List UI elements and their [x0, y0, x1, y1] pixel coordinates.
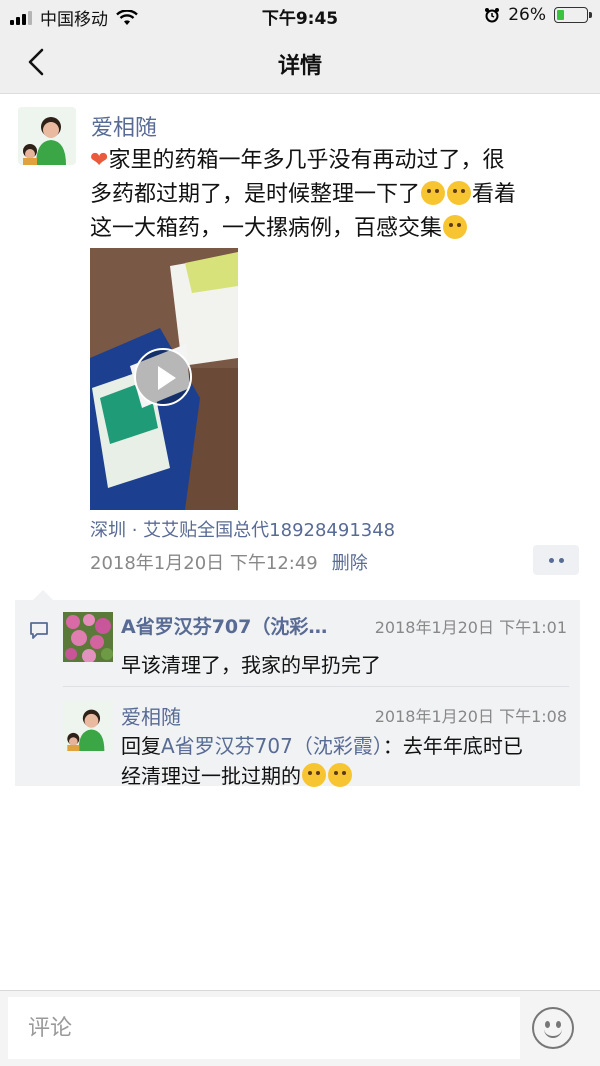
- post-text-line3: 这一大箱药，一大摞病例，百感交集: [90, 216, 443, 241]
- reply-text-line2: 经清理过一批过期的: [121, 764, 301, 788]
- comment-author[interactable]: 爱相随: [121, 701, 181, 730]
- comment-item[interactable]: 爱相随 2018年1月20日 下午1:08 回复A省罗汉芬707（沈彩霞）：去年…: [63, 686, 569, 788]
- comment-icon: [30, 622, 48, 639]
- battery-percent: 26%: [508, 5, 546, 25]
- post-author[interactable]: 爱相随: [91, 110, 157, 142]
- play-icon[interactable]: [134, 348, 192, 406]
- avatar[interactable]: [18, 107, 76, 165]
- status-bar: 中国移动 下午9:45 26%: [0, 0, 600, 30]
- dot-icon: [558, 557, 564, 563]
- grimace-emoji-icon: [443, 215, 468, 239]
- alarm-icon: [485, 8, 500, 23]
- dot-icon: [548, 557, 554, 563]
- comment-input[interactable]: [8, 997, 520, 1059]
- more-actions-button[interactable]: [533, 545, 579, 575]
- comment-time: 2018年1月20日 下午1:01: [374, 618, 567, 637]
- post-text: ❤家里的药箱一年多几乎没有再动过了，很 多药都过期了，是时候整理一下了 看着 这一…: [90, 144, 586, 246]
- comment-input-bar: [0, 990, 600, 1066]
- status-right: 26%: [484, 5, 592, 25]
- post-timestamp: 2018年1月20日 下午12:49: [90, 553, 318, 574]
- comment-text: 早该清理了，我家的早扔完了: [121, 653, 381, 677]
- crying-laughing-emoji-icon: [302, 763, 326, 787]
- reply-prefix: 回复: [121, 734, 161, 758]
- avatar-image: [18, 107, 76, 165]
- heart-emoji-icon: ❤: [90, 148, 109, 173]
- emoji-button[interactable]: [532, 1007, 574, 1049]
- reply-target[interactable]: A省罗汉芬707（沈彩霞）: [161, 734, 383, 758]
- post-meta: 2018年1月20日 下午12:49 删除: [90, 549, 368, 575]
- comment-author[interactable]: A省罗汉芬707（沈彩…: [121, 612, 327, 639]
- crying-laughing-emoji-icon: [447, 181, 472, 205]
- video-thumbnail[interactable]: [90, 248, 238, 510]
- smile-icon: [544, 1029, 562, 1038]
- avatar[interactable]: [63, 701, 113, 751]
- comments-section: A省罗汉芬707（沈彩… 2018年1月20日 下午1:01 早该清理了，我家的…: [15, 590, 580, 788]
- flowers-avatar-image: [63, 612, 113, 663]
- delete-button[interactable]: 删除: [332, 549, 368, 575]
- comment-time: 2018年1月20日 下午1:08: [374, 707, 567, 726]
- comment-text: 回复A省罗汉芬707（沈彩霞）：去年年底时已 经清理过一批过期的: [121, 731, 567, 791]
- post-text-line1: 家里的药箱一年多几乎没有再动过了，很: [108, 148, 505, 173]
- location-link[interactable]: 深圳 · 艾艾贴全国总代18928491348: [90, 516, 395, 542]
- nav-bar: 详情: [0, 30, 600, 94]
- comment-item[interactable]: A省罗汉芬707（沈彩… 2018年1月20日 下午1:01 早该清理了，我家的…: [63, 610, 569, 686]
- avatar[interactable]: [63, 612, 113, 663]
- avatar-image: [63, 701, 113, 751]
- reply-text: ：去年年底时已: [382, 734, 523, 758]
- crying-laughing-emoji-icon: [421, 181, 446, 205]
- page-title: 详情: [277, 54, 322, 79]
- battery-icon: [554, 7, 592, 23]
- crying-laughing-emoji-icon: [328, 763, 352, 787]
- battery-fill: [557, 10, 565, 20]
- post-text-line2a: 多药都过期了，是时候整理一下了: [90, 182, 421, 207]
- post-text-line2b: 看着: [472, 182, 517, 207]
